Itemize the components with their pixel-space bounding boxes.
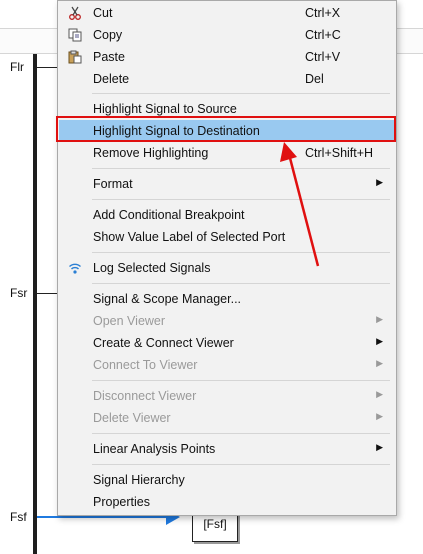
submenu-arrow-icon: ▶ [376, 314, 383, 324]
menu-item-label: Connect To Viewer [93, 358, 198, 372]
menu-separator [92, 283, 390, 284]
menu-item-label: Signal Hierarchy [93, 473, 185, 487]
menu-item-label: Highlight Signal to Source [93, 102, 237, 116]
menu-separator [92, 168, 390, 169]
menu-item-show-value-label[interactable]: Show Value Label of Selected Port [59, 226, 395, 248]
menu-item-label: Paste [93, 50, 125, 64]
menu-item-add-conditional-breakpoint[interactable]: Add Conditional Breakpoint [59, 204, 395, 226]
menu-item-cut[interactable]: Cut Ctrl+X [59, 2, 395, 24]
menu-item-format[interactable]: Format ▶ [59, 173, 395, 195]
menu-item-signal-hierarchy[interactable]: Signal Hierarchy [59, 469, 395, 491]
menu-item-label: Add Conditional Breakpoint [93, 208, 245, 222]
menu-item-label: Delete [93, 72, 130, 86]
menu-item-shortcut: Ctrl+V [305, 50, 341, 64]
submenu-arrow-icon: ▶ [376, 411, 383, 421]
submenu-arrow-icon: ▶ [376, 358, 383, 368]
menu-item-create-connect-viewer[interactable]: Create & Connect Viewer ▶ [59, 332, 395, 354]
scissors-icon [67, 5, 83, 21]
menu-separator [92, 93, 390, 94]
submenu-arrow-icon: ▶ [376, 336, 383, 346]
menu-item-signal-scope-manager[interactable]: Signal & Scope Manager... [59, 288, 395, 310]
menu-item-delete-viewer[interactable]: Delete Viewer ▶ [59, 407, 395, 429]
port-line-flr [37, 67, 59, 68]
menu-item-label: Create & Connect Viewer [93, 336, 234, 350]
copy-icon [67, 27, 83, 43]
menu-separator [92, 252, 390, 253]
goto-block-label: [Fsf] [203, 517, 227, 531]
subsystem-block-edge[interactable] [33, 54, 37, 554]
menu-item-delete[interactable]: Delete Del [59, 68, 395, 90]
wifi-signal-icon [67, 260, 83, 276]
menu-item-remove-highlighting[interactable]: Remove Highlighting Ctrl+Shift+H [59, 142, 395, 164]
menu-item-label: Disconnect Viewer [93, 389, 197, 403]
menu-item-label: Properties [93, 495, 150, 509]
submenu-arrow-icon: ▶ [376, 389, 383, 399]
menu-separator [92, 464, 390, 465]
menu-item-label: Log Selected Signals [93, 261, 211, 275]
port-label-fsr: Fsr [10, 286, 28, 300]
menu-item-shortcut: Ctrl+C [305, 28, 341, 42]
menu-item-label: Format [93, 177, 133, 191]
port-label-fsf: Fsf [10, 510, 27, 524]
menu-item-label: Delete Viewer [93, 411, 171, 425]
annotation-highlight-box [56, 116, 396, 142]
menu-item-open-viewer[interactable]: Open Viewer ▶ [59, 310, 395, 332]
menu-item-connect-to-viewer[interactable]: Connect To Viewer ▶ [59, 354, 395, 376]
menu-item-label: Copy [93, 28, 123, 42]
menu-item-label: Show Value Label of Selected Port [93, 230, 286, 244]
menu-item-label: Cut [93, 6, 113, 20]
menu-item-shortcut: Del [305, 72, 324, 86]
signal-line-fsf[interactable] [37, 516, 177, 518]
menu-item-linear-analysis-points[interactable]: Linear Analysis Points ▶ [59, 438, 395, 460]
menu-separator [92, 380, 390, 381]
context-menu: Cut Ctrl+X Copy Ctrl+C Paste Ctrl+V Dele… [57, 0, 397, 516]
menu-item-label: Open Viewer [93, 314, 166, 328]
menu-item-shortcut: Ctrl+X [305, 6, 341, 20]
port-line-fsr [37, 293, 59, 294]
menu-item-copy[interactable]: Copy Ctrl+C [59, 24, 395, 46]
menu-item-label: Remove Highlighting [93, 146, 209, 160]
menu-item-properties[interactable]: Properties [59, 491, 395, 513]
submenu-arrow-icon: ▶ [376, 442, 383, 452]
menu-item-disconnect-viewer[interactable]: Disconnect Viewer ▶ [59, 385, 395, 407]
paste-icon [67, 49, 83, 65]
port-label-flr: Flr [10, 60, 24, 74]
menu-item-label: Linear Analysis Points [93, 442, 216, 456]
submenu-arrow-icon: ▶ [376, 177, 383, 187]
menu-item-paste[interactable]: Paste Ctrl+V [59, 46, 395, 68]
menu-item-label: Signal & Scope Manager... [93, 292, 242, 306]
menu-item-shortcut: Ctrl+Shift+H [305, 146, 374, 160]
menu-separator [92, 433, 390, 434]
menu-item-log-selected-signals[interactable]: Log Selected Signals [59, 257, 395, 279]
menu-separator [92, 199, 390, 200]
